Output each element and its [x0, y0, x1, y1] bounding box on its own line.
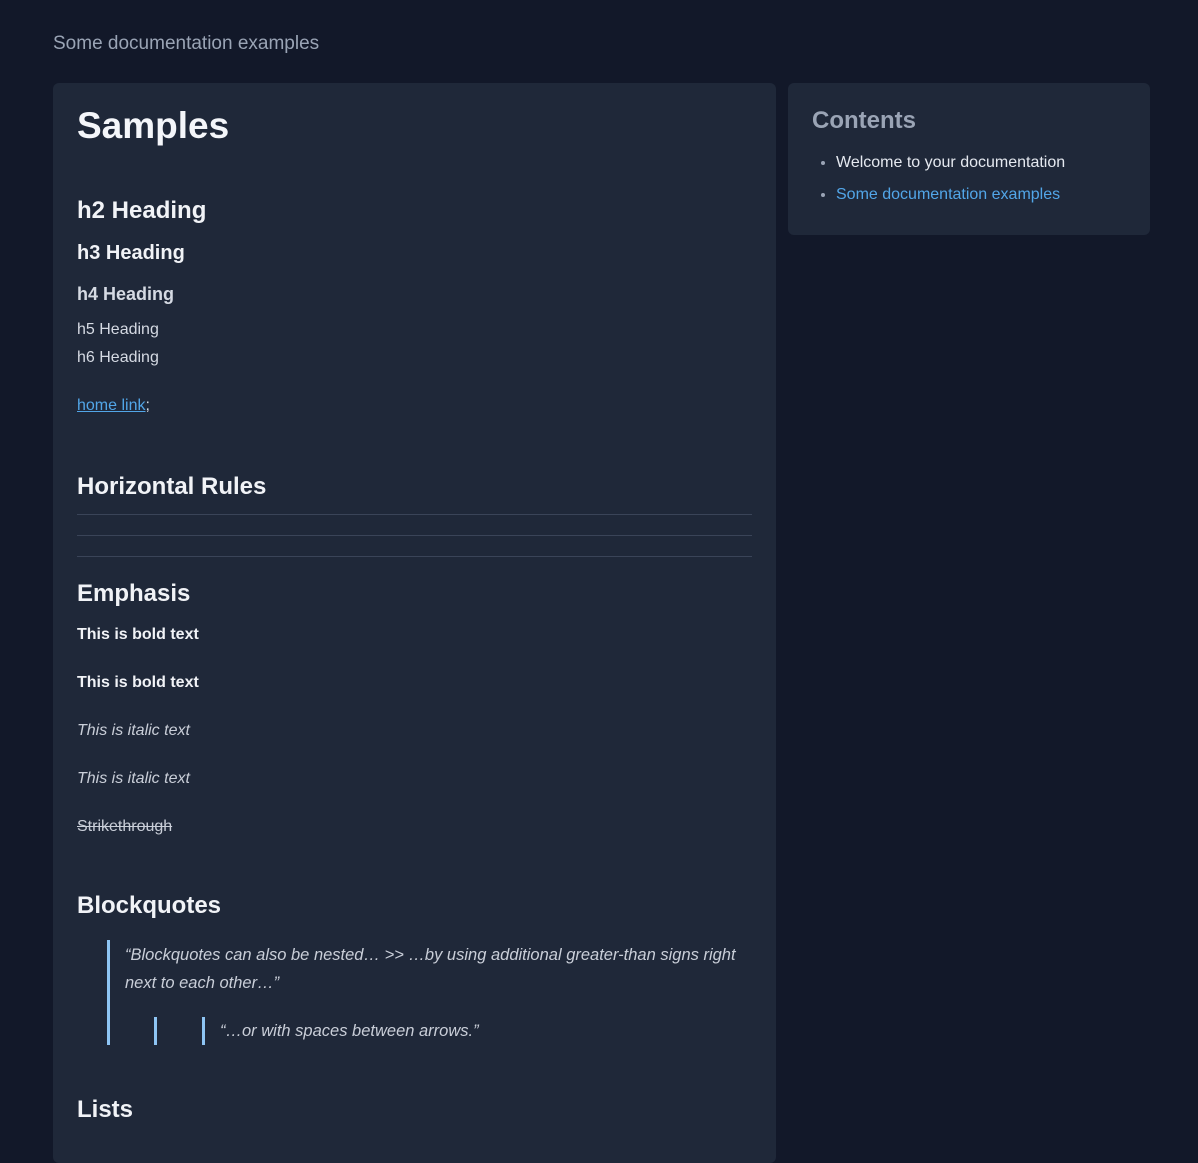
breadcrumb: Some documentation examples [53, 33, 320, 54]
emphasis-heading: Emphasis [77, 580, 191, 607]
contents-title: Contents [812, 107, 916, 134]
italic-text: This is italic text [77, 722, 190, 739]
nested-blockquote-bar [154, 1017, 157, 1045]
lists-heading: Lists [77, 1096, 134, 1123]
bold-text: This is bold text [77, 626, 199, 643]
contents-list: Welcome to your documentation Some docum… [812, 147, 1065, 211]
home-link-suffix: ; [145, 397, 150, 414]
h6-heading: h6 Heading [77, 349, 159, 366]
bold-text: This is bold text [77, 674, 199, 691]
h2-heading: h2 Heading [77, 197, 207, 224]
blockquotes-heading: Blockquotes [77, 892, 222, 919]
blockquote-text: “Blockquotes can also be nested… >> …by … [125, 946, 736, 992]
contents-item[interactable]: Some documentation examples [836, 179, 1065, 211]
contents-item-link[interactable]: Some documentation examples [836, 186, 1060, 203]
nested-blockquote-text: “…or with spaces between arrows.” [220, 1022, 479, 1040]
main-content-card: Samples h2 Heading h3 Heading h4 Heading… [53, 83, 776, 1163]
horizontal-rule [77, 535, 752, 536]
contents-sidebar: Contents Welcome to your documentation S… [788, 83, 1150, 235]
home-link-line: home link; [77, 397, 150, 415]
h4-heading: h4 Heading [77, 284, 175, 304]
contents-item-label[interactable]: Welcome to your documentation [836, 154, 1065, 171]
h5-heading: h5 Heading [77, 321, 159, 338]
contents-item[interactable]: Welcome to your documentation [836, 147, 1065, 179]
home-link[interactable]: home link [77, 397, 145, 414]
nested-blockquote-bar [202, 1017, 205, 1045]
page-title: Samples [77, 105, 230, 146]
italic-text: This is italic text [77, 770, 190, 787]
horizontal-rules-heading: Horizontal Rules [77, 473, 267, 500]
horizontal-rule [77, 514, 752, 515]
horizontal-rule [77, 556, 752, 557]
strikethrough-text: Strikethrough [77, 818, 173, 835]
h3-heading: h3 Heading [77, 242, 185, 264]
